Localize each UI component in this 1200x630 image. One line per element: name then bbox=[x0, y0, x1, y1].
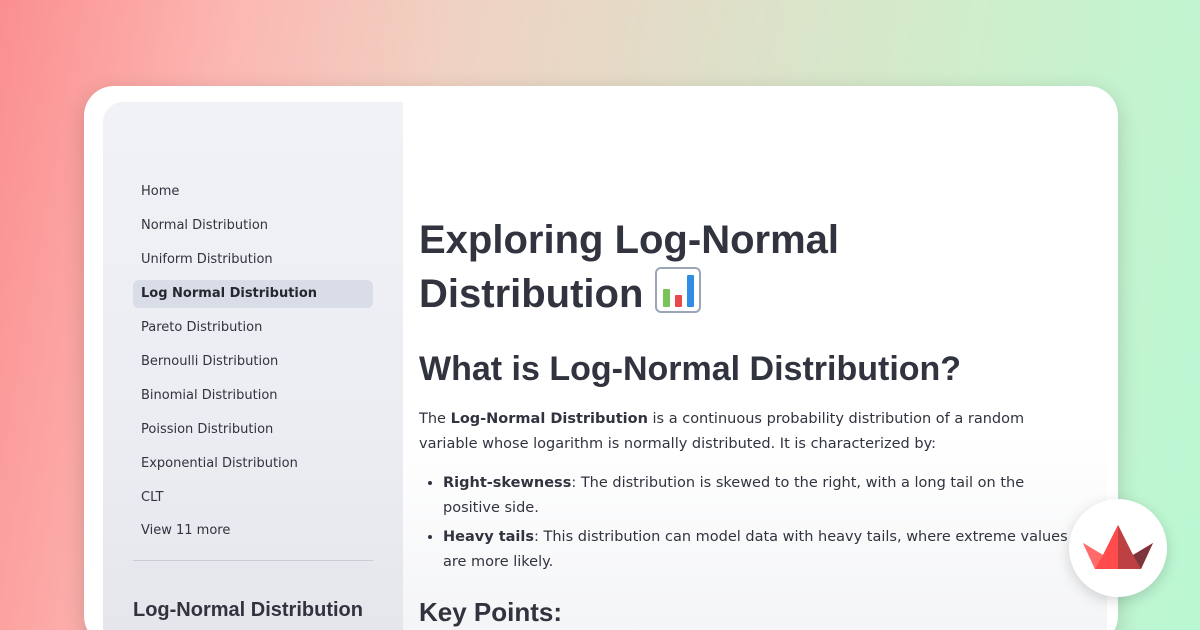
page-title-text: Exploring Log-Normal Distribution bbox=[419, 218, 839, 316]
section-heading: What is Log-Normal Distribution? bbox=[419, 350, 962, 388]
sidebar-item-bernoulli-distribution[interactable]: Bernoulli Distribution bbox=[133, 348, 373, 376]
sidebar-item-poission-distribution[interactable]: Poission Distribution bbox=[133, 416, 373, 444]
sidebar-item-home[interactable]: Home bbox=[133, 178, 373, 206]
sidebar-item-uniform-distribution[interactable]: Uniform Distribution bbox=[133, 246, 373, 274]
bar-chart-icon bbox=[654, 267, 701, 313]
characteristics-list: Right-skewness: The distribution is skew… bbox=[419, 471, 1071, 575]
list-item: Heavy tails: This distribution can model… bbox=[443, 525, 1071, 575]
streamlit-logo-badge bbox=[1069, 499, 1167, 597]
list-item-term: Heavy tails bbox=[443, 529, 534, 545]
sidebar-item-binomial-distribution[interactable]: Binomial Distribution bbox=[133, 382, 373, 410]
view-more-button[interactable]: View 11 more bbox=[133, 520, 373, 542]
streamlit-logo-icon bbox=[1083, 525, 1153, 569]
sidebar-item-exponential-distribution[interactable]: Exponential Distribution bbox=[133, 450, 373, 478]
intro-term: Log-Normal Distribution bbox=[450, 411, 648, 427]
intro-paragraph: The Log-Normal Distribution is a continu… bbox=[419, 407, 1071, 457]
list-item-text: : This distribution can model data with … bbox=[443, 529, 1068, 570]
sidebar-item-pareto-distribution[interactable]: Pareto Distribution bbox=[133, 314, 373, 342]
sidebar-item-normal-distribution[interactable]: Normal Distribution bbox=[133, 212, 373, 240]
sidebar-heading: Log-Normal Distribution bbox=[133, 599, 363, 621]
app-container: Home Normal Distribution Uniform Distrib… bbox=[103, 102, 1107, 630]
list-item: Right-skewness: The distribution is skew… bbox=[443, 471, 1071, 521]
main-content: Exploring Log-Normal Distribution What i… bbox=[403, 102, 1107, 630]
key-points-heading: Key Points: bbox=[419, 597, 563, 627]
sidebar: Home Normal Distribution Uniform Distrib… bbox=[103, 102, 403, 630]
list-item-term: Right-skewness bbox=[443, 475, 572, 491]
sidebar-divider bbox=[133, 560, 373, 561]
sidebar-item-clt[interactable]: CLT bbox=[133, 484, 373, 512]
intro-prefix: The bbox=[419, 411, 451, 427]
sidebar-item-log-normal-distribution[interactable]: Log Normal Distribution bbox=[133, 280, 373, 308]
page-title: Exploring Log-Normal Distribution bbox=[419, 214, 899, 321]
